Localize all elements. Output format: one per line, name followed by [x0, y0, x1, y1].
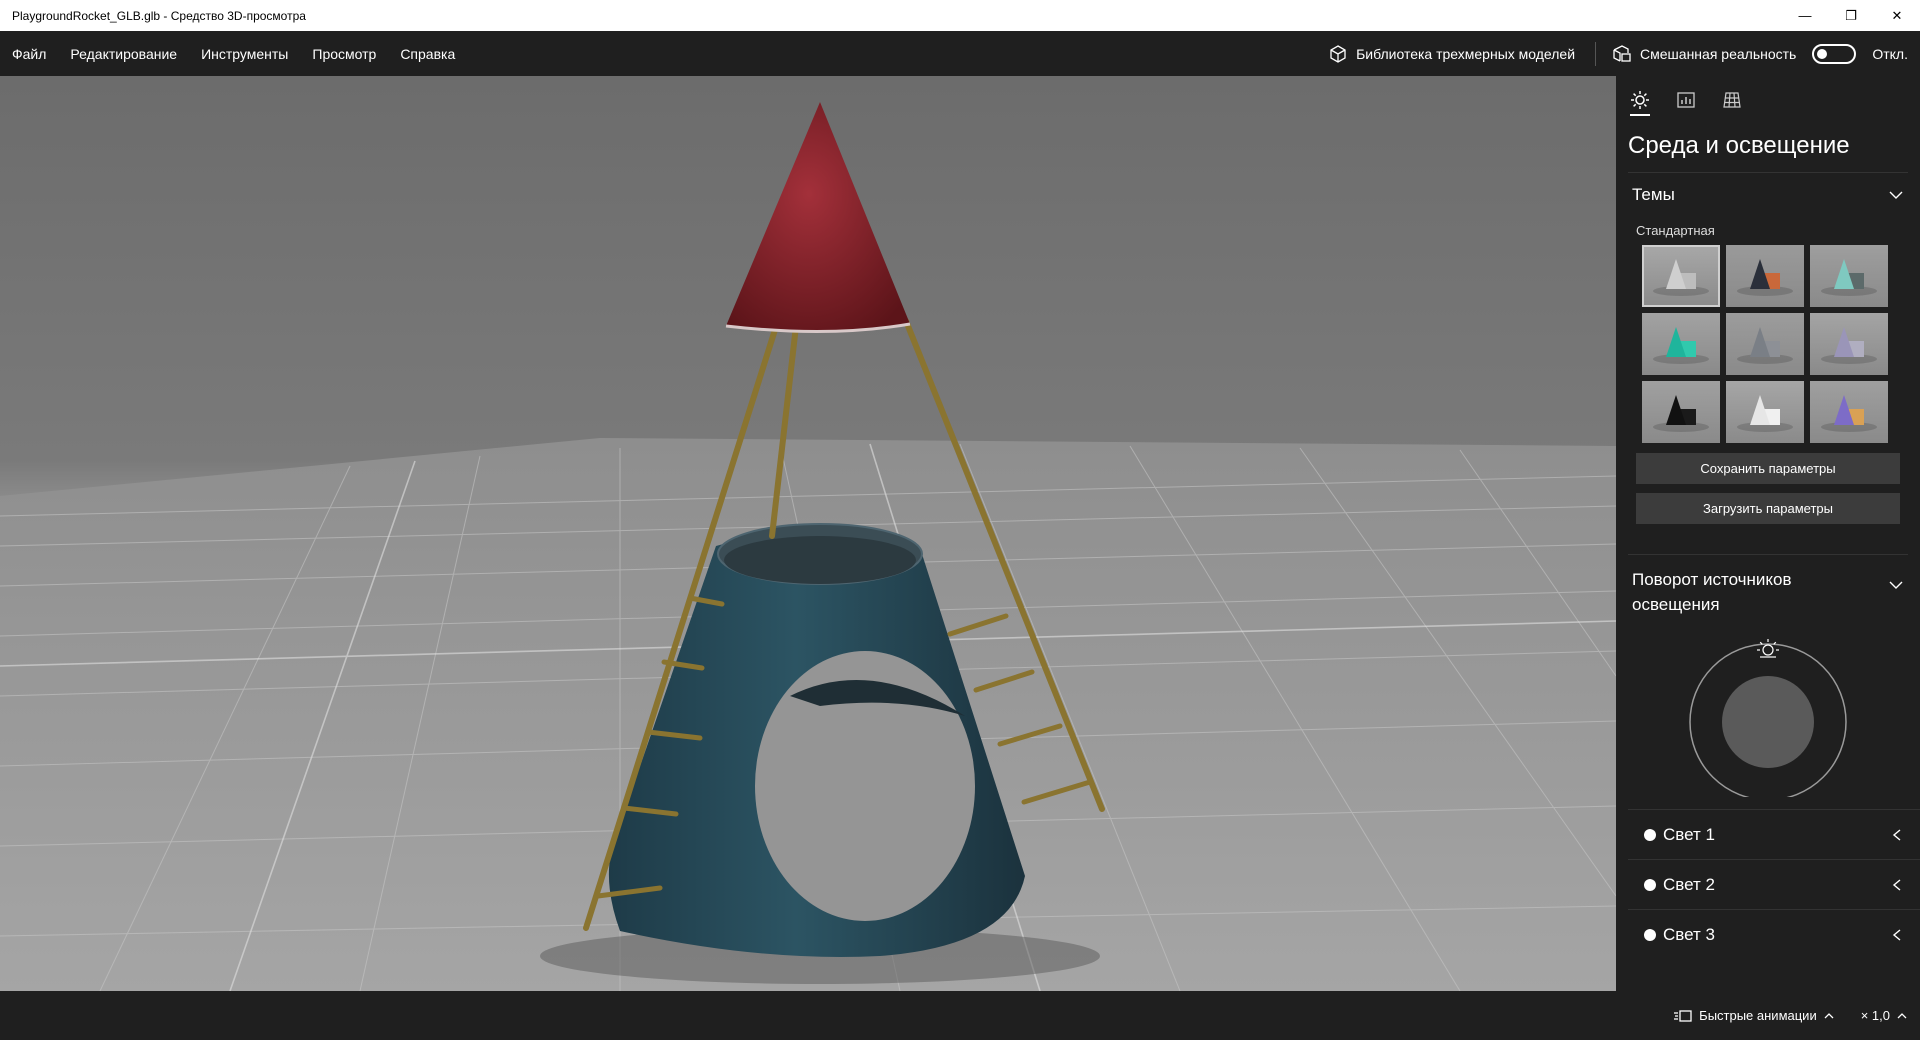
- theme-thumbnail[interactable]: [1810, 313, 1888, 375]
- menu-tools[interactable]: Инструменты: [189, 46, 300, 62]
- minimize-button[interactable]: —: [1782, 0, 1828, 31]
- theme-preview: [1653, 259, 1709, 296]
- load-settings-button[interactable]: Загрузить параметры: [1636, 493, 1900, 524]
- chevron-left-icon: [1892, 928, 1901, 941]
- theme-preview: [1821, 327, 1877, 364]
- themes-section-header[interactable]: Темы: [1616, 173, 1920, 217]
- theme-thumbnail[interactable]: [1810, 245, 1888, 307]
- theme-thumbnail[interactable]: [1726, 381, 1804, 443]
- theme-thumbnail[interactable]: [1810, 381, 1888, 443]
- quick-animations-label: Быстрые анимации: [1699, 1008, 1817, 1023]
- speed-control[interactable]: × 1,0: [1861, 1008, 1908, 1023]
- restore-button[interactable]: ❐: [1828, 0, 1874, 31]
- mixed-reality-control[interactable]: Смешанная реальность Откл.: [1612, 43, 1920, 64]
- theme-preview: [1737, 327, 1793, 364]
- mixed-reality-label: Смешанная реальность: [1640, 45, 1797, 62]
- light-2-label: Свет 2: [1663, 874, 1715, 894]
- light-2-row[interactable]: Свет 2: [1628, 859, 1920, 909]
- theme-thumbnail[interactable]: [1642, 381, 1720, 443]
- light-3-color-dot: [1644, 928, 1656, 941]
- chevron-left-icon: [1892, 878, 1901, 891]
- theme-thumbnail[interactable]: [1642, 313, 1720, 375]
- themes-heading: Темы: [1632, 185, 1675, 204]
- light-2-color-dot: [1644, 878, 1656, 891]
- menu-bar: Файл Редактирование Инструменты Просмотр…: [0, 31, 1920, 76]
- theme-preview: [1653, 327, 1709, 364]
- chevron-up-icon: [1824, 1012, 1834, 1018]
- theme-preview: [1653, 395, 1709, 432]
- theme-preview: [1821, 259, 1877, 296]
- tab-statistics[interactable]: [1674, 90, 1698, 120]
- panel-title: Среда и освещение: [1628, 132, 1850, 159]
- stats-icon: [1677, 92, 1695, 108]
- rocket-nose-cone: [725, 102, 911, 334]
- environment-panel: Среда и освещение Темы Стандартная Сохра…: [1616, 76, 1920, 991]
- theme-preview: [1821, 395, 1877, 432]
- theme-preview: [1737, 395, 1793, 432]
- light-rotation-dial[interactable]: [1683, 627, 1853, 801]
- title-bar: PlaygroundRocket_GLB.glb - Средство 3D-п…: [0, 0, 1920, 31]
- light-handle-sun-icon[interactable]: [1757, 639, 1779, 658]
- theme-preview: [1737, 259, 1793, 296]
- themes-group-label: Стандартная: [1636, 222, 1715, 238]
- window-title: PlaygroundRocket_GLB.glb - Средство 3D-п…: [12, 8, 306, 23]
- quick-animations-button[interactable]: Быстрые анимации: [1673, 1008, 1835, 1024]
- light-rotation-header[interactable]: Поворот источников освещения: [1616, 555, 1920, 617]
- save-settings-button[interactable]: Сохранить параметры: [1636, 453, 1900, 484]
- chevron-left-icon: [1892, 828, 1901, 841]
- mixed-reality-toggle[interactable]: [1812, 43, 1857, 64]
- chevron-down-icon: [1889, 581, 1903, 589]
- theme-thumbnail[interactable]: [1726, 313, 1804, 375]
- dial-sphere: [1722, 676, 1814, 768]
- speed-label: × 1,0: [1860, 1008, 1890, 1023]
- theme-thumbnail[interactable]: [1726, 245, 1804, 307]
- light-3-row[interactable]: Свет 3: [1628, 909, 1920, 959]
- chevron-up-icon: [1897, 1012, 1907, 1018]
- light-rotation-heading: Поворот источников освещения: [1632, 570, 1792, 614]
- tab-mesh[interactable]: [1720, 90, 1744, 120]
- themes-grid: [1616, 245, 1920, 443]
- light-1-color-dot: [1644, 828, 1656, 841]
- light-1-label: Свет 1: [1663, 824, 1715, 844]
- 3d-viewport[interactable]: [0, 76, 1616, 991]
- cube-icon: [1330, 44, 1346, 63]
- close-button[interactable]: ✕: [1874, 0, 1920, 31]
- light-3-label: Свет 3: [1663, 924, 1715, 944]
- tab-lighting[interactable]: [1628, 90, 1652, 120]
- sun-icon: [1631, 91, 1649, 109]
- menu-help[interactable]: Справка: [388, 46, 467, 62]
- 3d-library-button[interactable]: Библиотека трехмерных моделей: [1328, 44, 1595, 64]
- menu-file[interactable]: Файл: [12, 46, 58, 62]
- menu-items: Файл Редактирование Инструменты Просмотр…: [0, 46, 467, 62]
- grid-icon: [1723, 92, 1741, 108]
- scene-canvas[interactable]: [0, 76, 1616, 991]
- theme-thumbnail[interactable]: [1642, 245, 1720, 307]
- chevron-down-icon: [1889, 191, 1903, 199]
- menu-separator: [1595, 41, 1597, 66]
- mixed-reality-state: Откл.: [1872, 45, 1908, 62]
- 3d-library-label: Библиотека трехмерных моделей: [1356, 45, 1576, 62]
- status-bar: Быстрые анимации × 1,0: [0, 991, 1920, 1040]
- panel-tabs: [1616, 76, 1920, 122]
- mixed-reality-icon: [1613, 44, 1631, 62]
- animation-icon: [1674, 1009, 1692, 1022]
- light-1-row[interactable]: Свет 1: [1628, 809, 1920, 859]
- menu-edit[interactable]: Редактирование: [58, 46, 189, 62]
- menu-view[interactable]: Просмотр: [300, 46, 388, 62]
